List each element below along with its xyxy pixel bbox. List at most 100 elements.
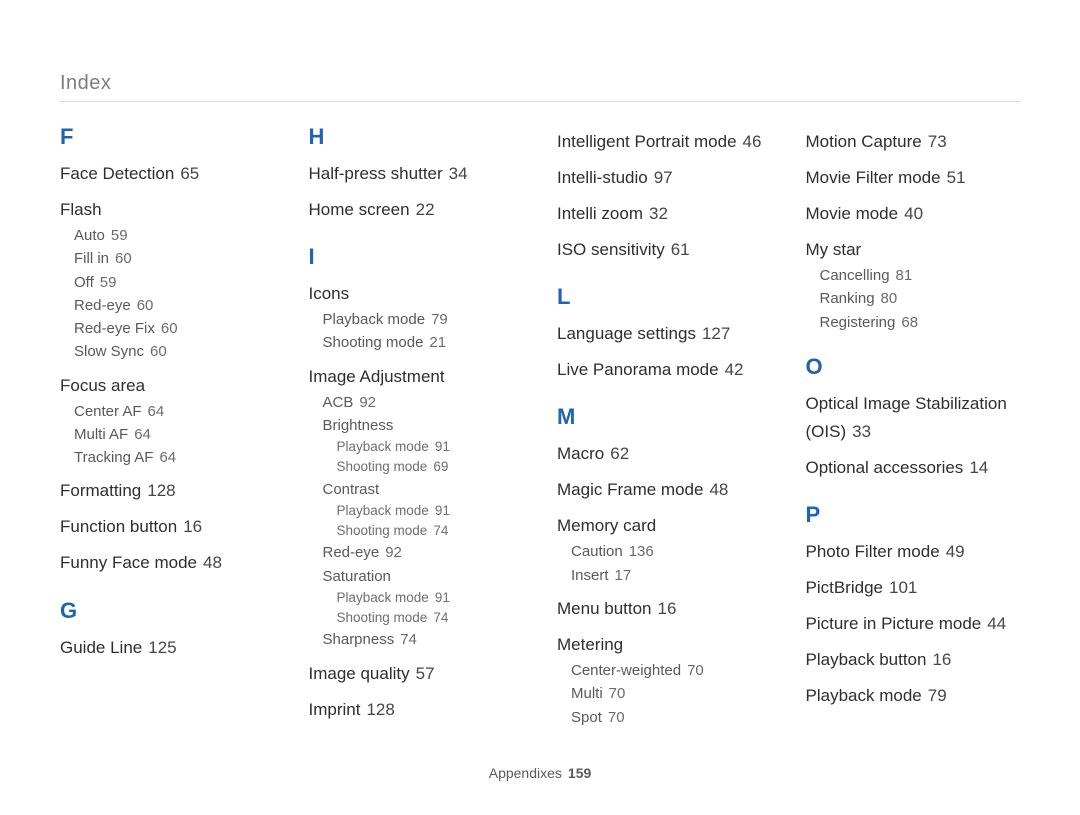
subsub-contrast-playback[interactable]: Playback mode91 [309, 501, 524, 521]
sub-page: 59 [111, 227, 128, 244]
subentry-flash-off[interactable]: Off59 [60, 271, 275, 294]
subsub-contrast-shooting[interactable]: Shooting mode74 [309, 521, 524, 541]
entry-label[interactable]: Focus area [60, 372, 275, 400]
entry-page: 16 [658, 599, 677, 618]
entry-intelli-studio[interactable]: Intelli-studio97 [557, 164, 772, 192]
sub-label: Caution [571, 543, 623, 560]
subentry-flash-slowsync[interactable]: Slow Sync60 [60, 340, 275, 363]
subentry-saturation[interactable]: Saturation [309, 565, 524, 588]
entry-page: 128 [366, 700, 394, 719]
subsub-brightness-shooting[interactable]: Shooting mode69 [309, 457, 524, 477]
entry-page: 57 [416, 664, 435, 683]
entry-page: 34 [449, 164, 468, 183]
entry-label: PictBridge [806, 578, 883, 597]
subentry-metering-center[interactable]: Center-weighted70 [557, 659, 772, 682]
subsub-brightness-playback[interactable]: Playback mode91 [309, 437, 524, 457]
column-3: Intelligent Portrait mode46 Intelli-stud… [557, 126, 772, 737]
entry-flash: Flash Auto59 Fill in60 Off59 Red-eye60 R… [60, 196, 275, 364]
entry-label: Funny Face mode [60, 553, 197, 572]
subsub-label: Shooting mode [337, 523, 428, 538]
subentry-memory-insert[interactable]: Insert17 [557, 564, 772, 587]
entry-page: 127 [702, 324, 730, 343]
entry-label[interactable]: Icons [309, 280, 524, 308]
page-title: Index [60, 72, 1020, 95]
entry-image-quality[interactable]: Image quality57 [309, 660, 524, 688]
entry-funny-face[interactable]: Funny Face mode48 [60, 549, 275, 577]
subentry-flash-redeyefix[interactable]: Red-eye Fix60 [60, 317, 275, 340]
entry-imprint[interactable]: Imprint128 [309, 696, 524, 724]
subentry-contrast[interactable]: Contrast [309, 478, 524, 501]
entry-intelligent-portrait[interactable]: Intelligent Portrait mode46 [557, 128, 772, 156]
subentry-tracking-af[interactable]: Tracking AF64 [60, 446, 275, 469]
header-rule [60, 101, 1020, 102]
entry-photo-filter[interactable]: Photo Filter mode49 [806, 538, 1021, 566]
entry-half-press[interactable]: Half-press shutter34 [309, 160, 524, 188]
subentry-acb[interactable]: ACB92 [309, 391, 524, 414]
subentry-flash-fillin[interactable]: Fill in60 [60, 247, 275, 270]
subsub-saturation-playback[interactable]: Playback mode91 [309, 588, 524, 608]
entry-page: 42 [725, 360, 744, 379]
subentry-icons-shooting[interactable]: Shooting mode21 [309, 331, 524, 354]
entry-label[interactable]: Memory card [557, 512, 772, 540]
subentry-metering-spot[interactable]: Spot70 [557, 706, 772, 729]
entry-page: 48 [709, 480, 728, 499]
entry-magic-frame[interactable]: Magic Frame mode 48 [557, 476, 772, 504]
sub-label: Off [74, 274, 94, 291]
entry-optional-acc[interactable]: Optional accessories14 [806, 454, 1021, 482]
entry-live-panorama[interactable]: Live Panorama mode42 [557, 356, 772, 384]
entry-page: 33 [852, 422, 871, 441]
entry-label: Guide Line [60, 638, 142, 657]
entry-home-screen[interactable]: Home screen22 [309, 196, 524, 224]
entry-page: 101 [889, 578, 917, 597]
subentry-redeye[interactable]: Red-eye92 [309, 541, 524, 564]
entry-label[interactable]: Flash [60, 196, 275, 224]
entry-ois[interactable]: Optical Image Stabilization (OIS)33 [806, 390, 1021, 446]
entry-intelli-zoom[interactable]: Intelli zoom32 [557, 200, 772, 228]
subentry-mystar-registering[interactable]: Registering68 [806, 311, 1021, 334]
entry-language[interactable]: Language settings127 [557, 320, 772, 348]
subentry-metering-multi[interactable]: Multi70 [557, 682, 772, 705]
subentry-sharpness[interactable]: Sharpness74 [309, 628, 524, 651]
entry-movie-filter[interactable]: Movie Filter mode51 [806, 164, 1021, 192]
subentry-memory-caution[interactable]: Caution136 [557, 540, 772, 563]
sub-page: 70 [609, 685, 626, 702]
subentry-icons-playback[interactable]: Playback mode79 [309, 308, 524, 331]
entry-iso[interactable]: ISO sensitivity61 [557, 236, 772, 264]
sub-page: 17 [615, 567, 632, 584]
entry-pictbridge[interactable]: PictBridge 101 [806, 574, 1021, 602]
entry-focus-area: Focus area Center AF64 Multi AF64 Tracki… [60, 372, 275, 470]
letter-L: L [557, 286, 772, 308]
entry-page: 79 [928, 686, 947, 705]
entry-face-detection[interactable]: Face Detection65 [60, 160, 275, 188]
entry-macro[interactable]: Macro62 [557, 440, 772, 468]
entry-page: 128 [147, 481, 175, 500]
subentry-mystar-ranking[interactable]: Ranking80 [806, 287, 1021, 310]
entry-label: Intelli zoom [557, 204, 643, 223]
entry-label[interactable]: Metering [557, 631, 772, 659]
subentry-multi-af[interactable]: Multi AF64 [60, 423, 275, 446]
subentry-flash-auto[interactable]: Auto59 [60, 224, 275, 247]
subentry-center-af[interactable]: Center AF64 [60, 400, 275, 423]
sub-page: 21 [429, 334, 446, 351]
sub-page: 74 [400, 631, 417, 648]
entry-guide-line[interactable]: Guide Line125 [60, 634, 275, 662]
entry-label: Optional accessories [806, 458, 964, 477]
entry-label[interactable]: Image Adjustment [309, 363, 524, 391]
entry-movie-mode[interactable]: Movie mode40 [806, 200, 1021, 228]
entry-playback-mode[interactable]: Playback mode79 [806, 682, 1021, 710]
entry-label: Formatting [60, 481, 141, 500]
entry-label[interactable]: My star [806, 236, 1021, 264]
entry-motion-capture[interactable]: Motion Capture73 [806, 128, 1021, 156]
entry-function-button[interactable]: Function button16 [60, 513, 275, 541]
entry-menu-button[interactable]: Menu button16 [557, 595, 772, 623]
entry-playback-button[interactable]: Playback button16 [806, 646, 1021, 674]
subentry-flash-redeye[interactable]: Red-eye60 [60, 294, 275, 317]
entry-formatting[interactable]: Formatting 128 [60, 477, 275, 505]
entry-label: Magic Frame mode [557, 480, 703, 499]
subentry-mystar-cancelling[interactable]: Cancelling81 [806, 264, 1021, 287]
entry-pip[interactable]: Picture in Picture mode44 [806, 610, 1021, 638]
letter-H: H [309, 126, 524, 148]
subsub-saturation-shooting[interactable]: Shooting mode74 [309, 608, 524, 628]
entry-label: Intelli-studio [557, 168, 648, 187]
subentry-brightness[interactable]: Brightness [309, 414, 524, 437]
